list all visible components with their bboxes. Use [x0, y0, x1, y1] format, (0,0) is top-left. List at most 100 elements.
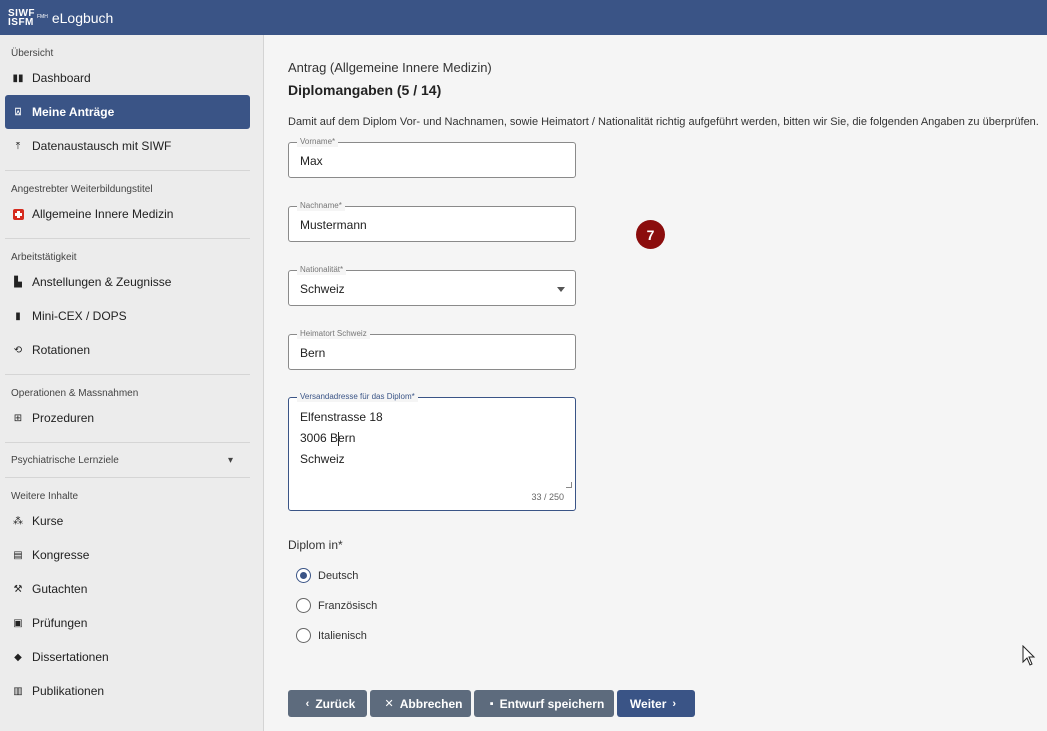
sidebar-item-pruefungen[interactable]: ▣ Prüfungen	[5, 606, 250, 640]
sidebar-item-anstellungen[interactable]: ▙ Anstellungen & Zeugnisse	[5, 265, 250, 299]
top-bar: SIWF ISFM FMH eLogbuch	[0, 0, 1047, 35]
save-draft-button-label: Entwurf speichern	[499, 696, 605, 711]
character-counter: 33 / 250	[531, 492, 564, 502]
radio-label: Deutsch	[318, 569, 359, 582]
sidebar-item-meine-antraege[interactable]: ⍓ Meine Anträge	[5, 95, 250, 129]
nachname-value: Mustermann	[300, 218, 367, 232]
nachname-field[interactable]: Nachname* Mustermann	[288, 201, 576, 242]
step-badge: 7	[636, 220, 665, 249]
back-button[interactable]: ‹ Zurück	[288, 690, 367, 717]
cancel-button[interactable]: ✕ Abbrechen	[370, 690, 471, 717]
sidebar-item-publikationen[interactable]: ▥ Publikationen	[5, 674, 250, 708]
chevron-right-icon: ›	[672, 697, 677, 710]
nationalitaet-label: Nationalität*	[297, 265, 347, 275]
radio-label: Französisch	[318, 599, 378, 612]
nationalitaet-value: Schweiz	[300, 282, 345, 296]
caret-down-icon	[557, 287, 565, 292]
sidebar-item-gutachten[interactable]: ⚒ Gutachten	[5, 572, 250, 606]
sidebar-item-label: Datenaustausch mit SIWF	[32, 139, 172, 153]
vorname-label: Vorname*	[297, 137, 339, 147]
siwf-logo[interactable]: SIWF ISFM FMH eLogbuch	[8, 8, 114, 28]
chevron-down-icon: ▾	[227, 454, 233, 466]
vorname-field[interactable]: Vorname* Max	[288, 137, 576, 178]
logo-fmh: FMH	[37, 14, 48, 20]
address-line: 3006 Bern	[300, 431, 356, 445]
diplom-language-label: Diplom in*	[288, 538, 343, 552]
sidebar-collapse-psychiatrische-lernziele[interactable]: Psychiatrische Lernziele ▾	[0, 443, 263, 477]
sidebar-item-mini-cex[interactable]: ▮ Mini-CEX / DOPS	[5, 299, 250, 333]
radio-label: Italienisch	[318, 629, 367, 642]
next-button[interactable]: Weiter ›	[617, 690, 695, 717]
sidebar-item-rotationen[interactable]: ⟲ Rotationen	[5, 333, 250, 367]
dashboard-icon: ▮▮	[12, 72, 24, 84]
sidebar-item-allgemeine-innere-medizin[interactable]: Allgemeine Innere Medizin	[5, 197, 250, 231]
sidebar: Übersicht ▮▮ Dashboard ⍓ Meine Anträge ⤒…	[0, 35, 264, 731]
main-content: Antrag (Allgemeine Innere Medizin) Diplo…	[264, 35, 1047, 731]
sidebar-section-title: Operationen & Massnahmen	[11, 388, 139, 399]
sidebar-item-label: Allgemeine Innere Medizin	[32, 207, 174, 221]
sidebar-section-title: Arbeitstätigkeit	[11, 252, 77, 263]
sidebar-item-prozeduren[interactable]: ⊞ Prozeduren	[5, 401, 250, 435]
group-icon: ⁂	[13, 515, 23, 527]
mouse-pointer-icon	[1022, 645, 1036, 666]
gavel-icon: ⚒	[13, 583, 23, 595]
sidebar-item-label: Meine Anträge	[32, 105, 115, 119]
radio-franzoesisch[interactable]: Französisch	[296, 598, 377, 613]
resize-handle[interactable]	[566, 482, 572, 488]
document-icon: ▥	[13, 685, 23, 697]
text-cursor	[338, 432, 339, 446]
radio-deutsch[interactable]: Deutsch	[296, 568, 358, 583]
swiss-cross-icon	[12, 208, 24, 220]
rotate-icon: ⟲	[13, 344, 23, 356]
graduation-cap-icon: ◆	[14, 651, 22, 663]
clipboard-icon: ▣	[13, 617, 23, 629]
address-line: Schweiz	[300, 452, 345, 466]
heimatort-value: Bern	[300, 346, 326, 360]
save-icon: ▪	[489, 697, 494, 710]
heimatort-field[interactable]: Heimatort Schweiz Bern	[288, 329, 576, 370]
sidebar-item-kurse[interactable]: ⁂ Kurse	[5, 504, 250, 538]
sidebar-item-label: Dashboard	[32, 71, 91, 85]
sidebar-item-label: Prozeduren	[32, 411, 95, 425]
logo-isfm: ISFM	[8, 16, 34, 28]
radio-italienisch[interactable]: Italienisch	[296, 628, 367, 643]
sidebar-item-dashboard[interactable]: ▮▮ Dashboard	[5, 61, 250, 95]
sidebar-item-datenaustausch[interactable]: ⤒ Datenaustausch mit SIWF	[5, 129, 250, 163]
sidebar-section-title: Angestrebter Weiterbildungstitel	[11, 184, 153, 195]
sidebar-item-label: Gutachten	[32, 582, 88, 596]
sidebar-item-label: Kongresse	[32, 548, 90, 562]
sidebar-section-title: Übersicht	[11, 48, 54, 59]
vorname-value: Max	[300, 154, 323, 168]
versandadresse-textarea[interactable]: Versandadresse für das Diplom* Elfenstra…	[288, 392, 576, 511]
upload-icon: ⤒	[15, 140, 21, 152]
radio-unchecked-icon	[296, 598, 311, 613]
nationalitaet-select[interactable]: Nationalität* Schweiz	[288, 265, 576, 306]
sidebar-section-title: Weitere Inhalte	[11, 491, 79, 502]
sidebar-item-label: Rotationen	[32, 343, 91, 357]
cancel-button-label: Abbrechen	[399, 696, 463, 711]
sidebar-item-label: Anstellungen & Zeugnisse	[32, 275, 172, 289]
page-title: Diplomangaben (5 / 14)	[288, 82, 442, 98]
sidebar-item-dissertationen[interactable]: ◆ Dissertationen	[5, 640, 250, 674]
intro-text: Damit auf dem Diplom Vor- und Nachnamen,…	[288, 116, 1039, 128]
versandadresse-label: Versandadresse für das Diplom*	[297, 392, 418, 402]
radio-checked-icon	[296, 568, 311, 583]
plus-square-icon: ⊞	[13, 412, 23, 424]
sidebar-section-title: Psychiatrische Lernziele	[11, 454, 119, 466]
stamp-icon: ⍓	[15, 106, 21, 118]
chevron-left-icon: ‹	[305, 697, 310, 710]
calendar-icon: ▤	[13, 549, 23, 561]
radio-unchecked-icon	[296, 628, 311, 643]
sidebar-item-label: Mini-CEX / DOPS	[32, 309, 127, 323]
sidebar-item-label: Publikationen	[32, 684, 105, 698]
book-icon: ▮	[15, 310, 21, 322]
sidebar-item-label: Dissertationen	[32, 650, 109, 664]
sidebar-item-label: Kurse	[32, 514, 64, 528]
save-draft-button[interactable]: ▪ Entwurf speichern	[474, 690, 614, 717]
sidebar-item-label: Prüfungen	[32, 616, 88, 630]
address-line: Elfenstrasse 18	[300, 410, 383, 424]
building-icon: ▙	[14, 276, 22, 288]
sidebar-item-kongresse[interactable]: ▤ Kongresse	[5, 538, 250, 572]
app-name: eLogbuch	[51, 9, 114, 26]
nachname-label: Nachname*	[297, 201, 345, 211]
